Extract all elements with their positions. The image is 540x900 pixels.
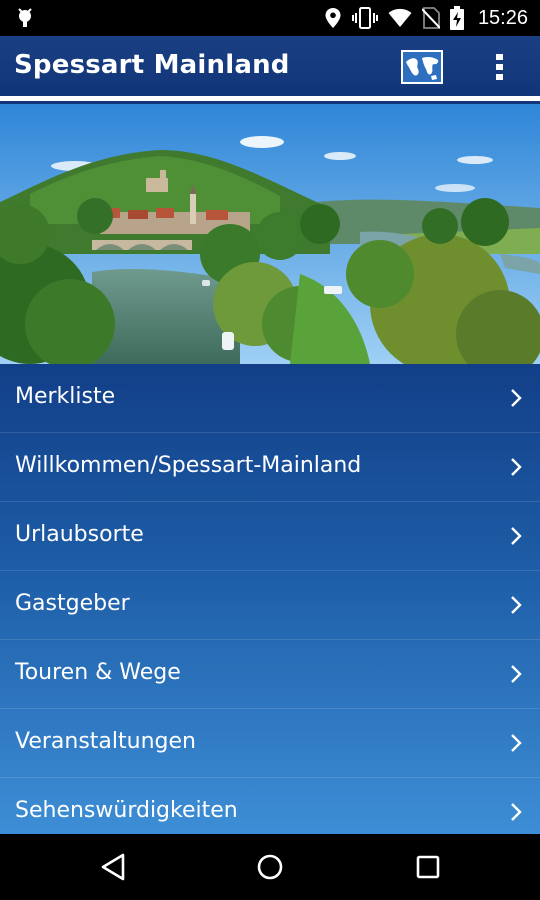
menu-item-willkommen[interactable]: Willkommen/Spessart-Mainland	[0, 433, 540, 502]
home-button[interactable]	[252, 849, 288, 885]
overflow-menu-icon	[496, 54, 503, 80]
chevron-right-icon	[511, 803, 522, 821]
back-button[interactable]	[96, 849, 132, 885]
menu-item-touren-wege[interactable]: Touren & Wege	[0, 640, 540, 709]
location-icon	[325, 8, 341, 28]
map-icon	[401, 50, 443, 84]
menu-item-label: Veranstaltungen	[15, 729, 196, 754]
chevron-right-icon	[511, 527, 522, 545]
menu-item-label: Willkommen/Spessart-Mainland	[15, 453, 362, 478]
battery-charging-icon	[449, 6, 464, 30]
main-menu: Merkliste Willkommen/Spessart-Mainland U…	[0, 364, 540, 834]
status-time: 15:26	[477, 6, 528, 29]
menu-item-label: Merkliste	[15, 384, 116, 409]
vibrate-icon	[351, 7, 378, 29]
hero-image	[0, 104, 540, 364]
menu-item-urlaubsorte[interactable]: Urlaubsorte	[0, 502, 540, 571]
landscape-illustration	[0, 104, 540, 364]
wifi-icon	[388, 8, 412, 27]
chevron-right-icon	[511, 665, 522, 683]
chevron-right-icon	[511, 389, 522, 407]
menu-item-label: Sehenswürdigkeiten	[15, 798, 238, 823]
menu-item-label: Touren & Wege	[15, 660, 181, 685]
menu-item-gastgeber[interactable]: Gastgeber	[0, 571, 540, 640]
menu-item-veranstaltungen[interactable]: Veranstaltungen	[0, 709, 540, 778]
menu-item-label: Gastgeber	[15, 591, 130, 616]
no-sim-icon	[421, 7, 440, 29]
system-navigation-bar	[0, 834, 540, 900]
recents-icon	[416, 855, 440, 879]
app-bar: Spessart Mainland	[0, 36, 540, 96]
app-title: Spessart Mainland	[14, 50, 290, 80]
overflow-menu-button[interactable]	[484, 50, 516, 84]
menu-item-label: Urlaubsorte	[15, 522, 144, 547]
android-debug-icon	[18, 8, 32, 27]
chevron-right-icon	[511, 458, 522, 476]
map-button[interactable]	[401, 50, 443, 84]
recents-button[interactable]	[410, 849, 446, 885]
menu-item-sehenswuerdigkeiten[interactable]: Sehenswürdigkeiten	[0, 778, 540, 834]
status-bar: 15:26	[0, 0, 540, 36]
back-icon	[101, 853, 125, 881]
menu-item-merkliste[interactable]: Merkliste	[0, 364, 540, 433]
chevron-right-icon	[511, 734, 522, 752]
chevron-right-icon	[511, 596, 522, 614]
home-icon	[257, 854, 283, 880]
